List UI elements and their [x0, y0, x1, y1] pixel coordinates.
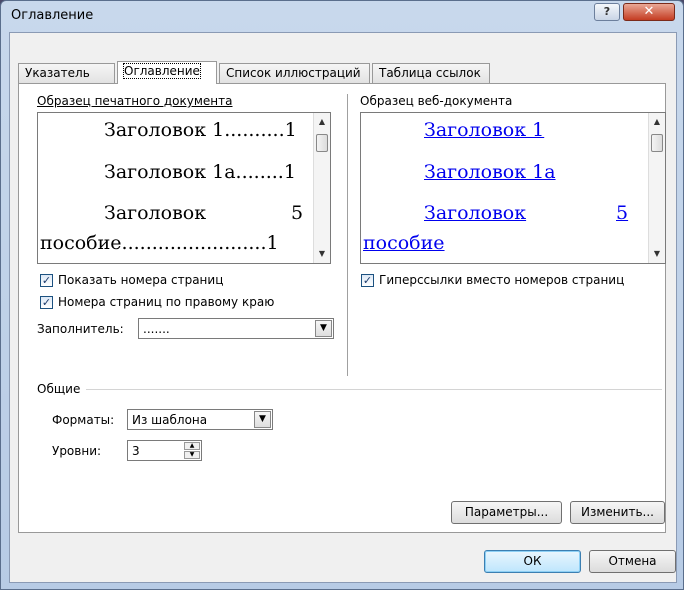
print-preview-line: пособие........................1 — [40, 232, 279, 254]
web-preview-link[interactable]: Заголовок — [424, 202, 614, 224]
scroll-thumb[interactable] — [316, 134, 328, 152]
tab-table-of-contents[interactable]: Оглавление — [117, 61, 217, 84]
levels-label: Уровни: — [52, 444, 102, 458]
show-page-numbers-checkbox[interactable]: ✓ — [40, 274, 53, 287]
print-preview-line: Заголовок — [104, 202, 207, 224]
checkmark-icon: ✓ — [41, 296, 52, 309]
general-group-line — [86, 389, 662, 390]
scroll-down-icon[interactable]: ▼ — [649, 246, 665, 262]
dialog-title: Оглавление — [11, 8, 94, 23]
show-page-numbers-label[interactable]: Показать номера страниц — [58, 273, 223, 287]
leader-select[interactable]: ....... ▼ — [138, 318, 334, 339]
spin-down-icon[interactable]: ▼ — [184, 451, 200, 459]
spin-up-icon[interactable]: ▲ — [184, 442, 200, 450]
scroll-up-icon[interactable]: ▲ — [649, 114, 665, 130]
scroll-down-icon[interactable]: ▼ — [314, 246, 330, 262]
web-preview-page-number[interactable]: 5 — [616, 202, 628, 224]
parameters-button[interactable]: Параметры... — [451, 501, 562, 524]
web-preview-link[interactable]: пособие — [363, 232, 445, 254]
hyperlinks-checkbox[interactable]: ✓ — [361, 274, 374, 287]
dropdown-arrow-icon[interactable]: ▼ — [315, 320, 332, 337]
print-preview-label: Образец печатного документа — [37, 94, 233, 108]
levels-value: 3 — [132, 444, 140, 458]
print-preview-line: Заголовок 1а........1 — [104, 161, 296, 183]
formats-label: Форматы: — [52, 413, 115, 427]
help-icon: ? — [603, 5, 611, 18]
close-button[interactable]: ✕ — [623, 3, 675, 21]
tab-index[interactable]: Указатель — [18, 63, 115, 83]
help-button[interactable]: ? — [594, 3, 620, 21]
print-preview-scrollbar[interactable]: ▲ ▼ — [313, 113, 330, 263]
print-preview-line: Заголовок 1..........1 — [104, 119, 297, 141]
formats-select[interactable]: Из шаблона ▼ — [127, 409, 273, 430]
web-preview-link[interactable]: Заголовок 1 — [424, 119, 544, 141]
column-divider — [347, 94, 348, 376]
print-preview-page-number: 5 — [291, 202, 304, 224]
tab-list-of-figures[interactable]: Список иллюстраций — [219, 63, 370, 83]
levels-spinner[interactable]: 3 ▲ ▼ — [127, 440, 202, 461]
leader-value: ....... — [143, 322, 170, 336]
right-align-checkbox[interactable]: ✓ — [40, 296, 53, 309]
checkmark-icon: ✓ — [41, 274, 52, 287]
print-preview-box[interactable]: Заголовок 1..........1 Заголовок 1а.....… — [37, 112, 331, 264]
cancel-button[interactable]: Отмена — [589, 550, 676, 573]
tab-table-of-authorities[interactable]: Таблица ссылок — [372, 63, 490, 83]
scroll-thumb[interactable] — [651, 134, 663, 152]
hyperlinks-label[interactable]: Гиперссылки вместо номеров страниц — [379, 273, 624, 287]
ok-button[interactable]: ОК — [484, 550, 581, 573]
web-preview-box[interactable]: Заголовок 1 Заголовок 1а Заголовок 5 пос… — [360, 112, 666, 264]
modify-button[interactable]: Изменить... — [570, 501, 665, 524]
close-icon: ✕ — [643, 4, 655, 19]
title-bar[interactable]: Оглавление ? ✕ — [1, 1, 683, 31]
general-group-label: Общие — [37, 382, 81, 396]
formats-value: Из шаблона — [132, 413, 208, 427]
checkmark-icon: ✓ — [362, 274, 373, 287]
web-preview-label: Образец веб-документа — [360, 94, 513, 108]
leader-label: Заполнитель: — [37, 322, 124, 336]
right-align-label[interactable]: Номера страниц по правому краю — [58, 295, 274, 309]
scroll-up-icon[interactable]: ▲ — [314, 114, 330, 130]
dropdown-arrow-icon[interactable]: ▼ — [254, 411, 271, 428]
web-preview-scrollbar[interactable]: ▲ ▼ — [648, 113, 665, 263]
web-preview-link[interactable]: Заголовок 1а — [424, 161, 556, 183]
